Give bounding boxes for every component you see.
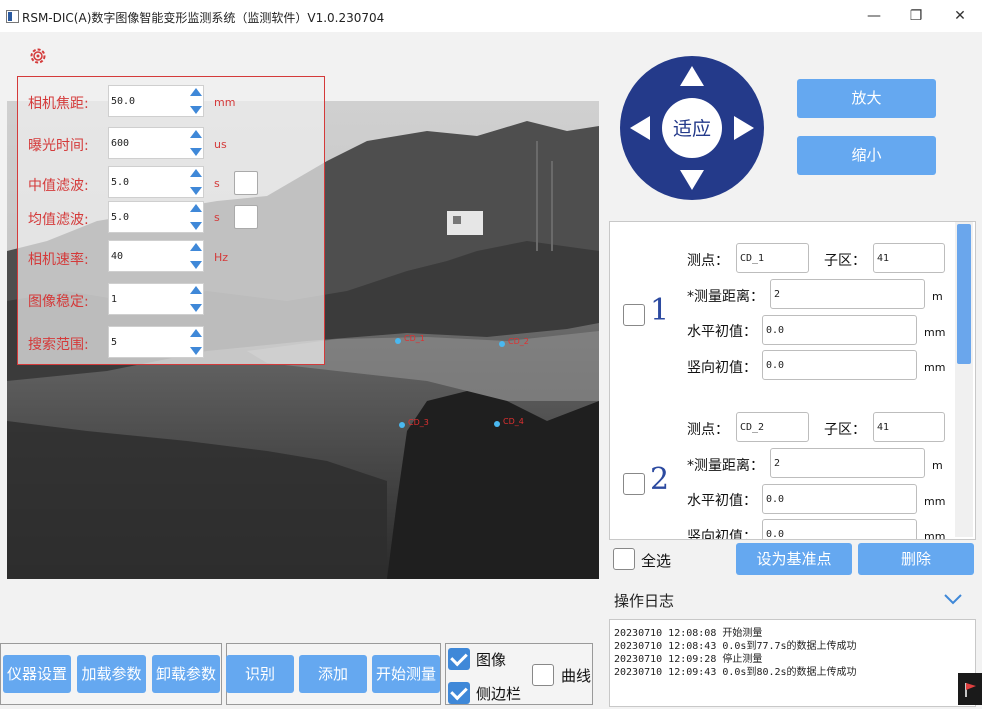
svg-text:CD_4: CD_4 bbox=[503, 417, 524, 426]
select-all-checkbox[interactable] bbox=[613, 548, 635, 570]
h-init-unit: mm bbox=[924, 326, 946, 339]
h-init-unit: mm bbox=[924, 495, 946, 508]
focal-length-stepper[interactable] bbox=[190, 85, 204, 117]
v-init-label: 竖向初值： bbox=[687, 360, 757, 376]
restore-icon[interactable]: ❐ bbox=[908, 8, 924, 24]
v-init-unit: mm bbox=[924, 530, 946, 540]
set-base-button[interactable]: 设为基准点 bbox=[736, 543, 852, 575]
delete-button[interactable]: 删除 bbox=[858, 543, 974, 575]
zone-input[interactable]: 41 bbox=[873, 412, 945, 442]
close-icon[interactable]: ✕ bbox=[952, 8, 968, 24]
log-box: 20230710 12:08:08 开始测量 20230710 12:08:43… bbox=[609, 619, 976, 707]
gear-icon[interactable] bbox=[28, 46, 48, 66]
start-measure-button[interactable]: 开始测量 bbox=[372, 655, 440, 693]
distance-unit: m bbox=[932, 290, 943, 303]
fit-button[interactable]: 适应 bbox=[650, 114, 734, 141]
zone-label: 子区： bbox=[824, 253, 866, 269]
minimize-icon[interactable]: — bbox=[866, 8, 882, 24]
point-list: 测点： CD_1 子区： 41 *测量距离： 2 m 水平初值： 0.0 mm … bbox=[609, 221, 976, 540]
v-init-input[interactable]: 0.0 bbox=[762, 350, 917, 380]
point-1-index: 1 bbox=[650, 293, 670, 328]
point-input[interactable]: CD_1 bbox=[736, 243, 809, 273]
select-all-label: 全选 bbox=[641, 552, 672, 570]
focal-length-unit: mm bbox=[214, 96, 236, 109]
distance-input[interactable]: 2 bbox=[770, 279, 925, 309]
distance-input[interactable]: 2 bbox=[770, 448, 925, 478]
median-filter-label: 中值滤波: bbox=[28, 178, 89, 194]
svg-text:CD_2: CD_2 bbox=[508, 337, 529, 346]
distance-label: *测量距离： bbox=[687, 289, 764, 305]
search-range-stepper[interactable] bbox=[190, 326, 204, 358]
median-filter-stepper[interactable] bbox=[190, 166, 204, 198]
h-init-label: 水平初值： bbox=[687, 493, 757, 509]
point-label: 测点： bbox=[687, 422, 729, 438]
camera-rate-label: 相机速率: bbox=[28, 252, 89, 268]
distance-unit: m bbox=[932, 459, 943, 472]
v-init-label: 竖向初值： bbox=[687, 529, 757, 540]
search-range-label: 搜索范围: bbox=[28, 337, 89, 353]
point-2-checkbox[interactable] bbox=[623, 473, 645, 495]
app-icon bbox=[6, 10, 19, 23]
focal-length-label: 相机焦距: bbox=[28, 96, 89, 112]
v-init-input[interactable]: 0.0 bbox=[762, 519, 917, 539]
v-init-unit: mm bbox=[924, 361, 946, 374]
scrollbar-thumb[interactable] bbox=[957, 224, 971, 364]
h-init-label: 水平初值： bbox=[687, 324, 757, 340]
window-title: RSM-DIC(A)数字图像智能变形监测系统（监测软件）V1.0.230704 bbox=[22, 11, 385, 25]
mean-filter-unit: s bbox=[214, 211, 220, 224]
camera-rate-stepper[interactable] bbox=[190, 240, 204, 272]
point-label: 测点： bbox=[687, 253, 729, 269]
point-input[interactable]: CD_2 bbox=[736, 412, 809, 442]
camera-rate-unit: Hz bbox=[214, 251, 229, 264]
camera-settings-panel: 相机焦距: 50.0 mm 曝光时间: 600 us 中值滤波: 5.0 s 均… bbox=[17, 76, 325, 365]
chevron-down-icon[interactable] bbox=[942, 591, 964, 607]
svg-text:CD_3: CD_3 bbox=[408, 418, 429, 427]
identify-button[interactable]: 识别 bbox=[226, 655, 294, 693]
log-title: 操作日志 bbox=[614, 592, 675, 610]
median-filter-checkbox[interactable] bbox=[234, 171, 258, 195]
sidebar-checkbox[interactable] bbox=[448, 682, 470, 704]
zoom-in-button[interactable]: 放大 bbox=[797, 79, 936, 118]
h-init-input[interactable]: 0.0 bbox=[762, 315, 917, 345]
flag-icon[interactable] bbox=[958, 673, 982, 705]
exposure-stepper[interactable] bbox=[190, 127, 204, 159]
svg-text:CD_1: CD_1 bbox=[404, 334, 425, 343]
image-stabilize-label: 图像稳定: bbox=[28, 294, 89, 310]
image-stabilize-stepper[interactable] bbox=[190, 283, 204, 315]
point-2-index: 2 bbox=[650, 462, 670, 497]
point-1-checkbox[interactable] bbox=[623, 304, 645, 326]
zone-label: 子区： bbox=[824, 422, 866, 438]
mean-filter-stepper[interactable] bbox=[190, 201, 204, 233]
load-params-button[interactable]: 加载参数 bbox=[77, 655, 146, 693]
exposure-unit: us bbox=[214, 138, 227, 151]
image-checkbox[interactable] bbox=[448, 648, 470, 670]
exposure-label: 曝光时间: bbox=[28, 138, 89, 154]
curve-checkbox-label: 曲线 bbox=[561, 667, 592, 685]
add-button[interactable]: 添加 bbox=[299, 655, 367, 693]
h-init-input[interactable]: 0.0 bbox=[762, 484, 917, 514]
instrument-settings-button[interactable]: 仪器设置 bbox=[3, 655, 71, 693]
unload-params-button[interactable]: 卸载参数 bbox=[152, 655, 220, 693]
distance-label: *测量距离： bbox=[687, 458, 764, 474]
zone-input[interactable]: 41 bbox=[873, 243, 945, 273]
zoom-out-button[interactable]: 缩小 bbox=[797, 136, 936, 175]
image-checkbox-label: 图像 bbox=[476, 651, 507, 669]
median-filter-unit: s bbox=[214, 177, 220, 190]
log-line: 20230710 12:09:43 0.0s到80.2s的数据上传成功 bbox=[614, 667, 857, 678]
mean-filter-checkbox[interactable] bbox=[234, 205, 258, 229]
sidebar-checkbox-label: 侧边栏 bbox=[476, 685, 522, 703]
mean-filter-label: 均值滤波: bbox=[28, 212, 89, 228]
curve-checkbox[interactable] bbox=[532, 664, 554, 686]
